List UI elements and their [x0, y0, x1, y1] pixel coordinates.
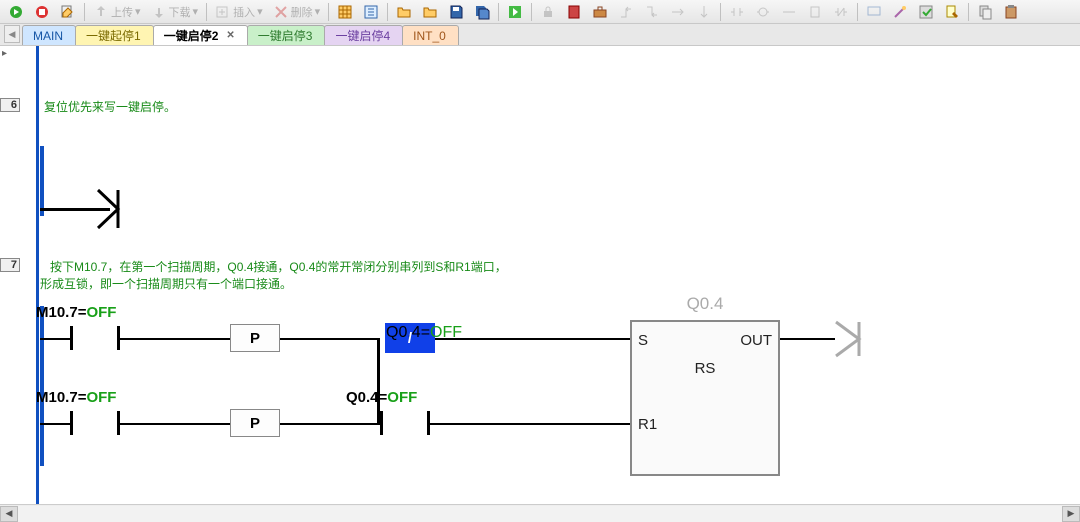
contact-icon[interactable]: [725, 2, 749, 22]
rung-6-comment: 复位优先来写一键启停。: [44, 98, 176, 115]
fb-port-out: OUT: [740, 332, 772, 349]
book-icon[interactable]: [562, 2, 586, 22]
positive-edge-box-1[interactable]: P: [230, 324, 280, 352]
coil-icon[interactable]: [751, 2, 775, 22]
close-icon[interactable]: ✕: [226, 30, 234, 41]
rung-terminator-icon: [96, 188, 124, 230]
branch-down-icon[interactable]: [640, 2, 664, 22]
contact-nc-selected[interactable]: / Q0.4=OFF: [385, 323, 435, 353]
edit-icon[interactable]: [56, 2, 80, 22]
tab-program-2-active[interactable]: 一键启停2✕: [153, 25, 248, 45]
tab-int0[interactable]: INT_0: [402, 25, 459, 45]
wire-right-icon[interactable]: [666, 2, 690, 22]
folder-new-icon[interactable]: [418, 2, 442, 22]
vars-icon[interactable]: [359, 2, 383, 22]
fb-output-label: Q0.4: [632, 294, 778, 314]
tab-program-1[interactable]: 一键起停1: [75, 25, 154, 45]
toolbox-icon[interactable]: [588, 2, 612, 22]
rung-6[interactable]: 复位优先来写一键启停。: [40, 98, 1074, 248]
settings-icon[interactable]: [914, 2, 938, 22]
toolbar: 上传 ▾ 下载 ▾ 插入 ▾ 删除 ▾: [0, 0, 1080, 24]
saveall-icon[interactable]: [470, 2, 494, 22]
line-icon[interactable]: [777, 2, 801, 22]
tab-program-4[interactable]: 一键启停4: [324, 25, 403, 45]
positive-edge-box-2[interactable]: P: [230, 409, 280, 437]
stop-icon[interactable]: [30, 2, 54, 22]
not-icon[interactable]: [829, 2, 853, 22]
comment-icon[interactable]: [862, 2, 886, 22]
delete-button[interactable]: 删除 ▾: [269, 2, 325, 22]
branch-up-icon[interactable]: [614, 2, 638, 22]
rung-number-6[interactable]: 6: [0, 98, 20, 112]
note-edit-icon[interactable]: [940, 2, 964, 22]
table-icon[interactable]: [333, 2, 357, 22]
horizontal-scrollbar[interactable]: ◀ ▶: [0, 504, 1080, 522]
folder-open-icon[interactable]: [392, 2, 416, 22]
tab-program-3[interactable]: 一键启停3: [247, 25, 326, 45]
wire-down-icon[interactable]: [692, 2, 716, 22]
paste-icon[interactable]: [999, 2, 1023, 22]
scroll-track[interactable]: [18, 506, 1062, 522]
play-icon[interactable]: [4, 2, 28, 22]
copy-icon[interactable]: [973, 2, 997, 22]
fb-name: RS: [632, 360, 778, 377]
expand-handle[interactable]: ▸: [2, 48, 7, 59]
rs-function-block[interactable]: Q0.4 S OUT RS R1: [630, 320, 780, 476]
rung-7-comment: 按下M10.7，在第一个扫描周期，Q0.4接通，Q0.4的常开常闭分别串列到S和…: [40, 258, 507, 292]
save-icon[interactable]: [444, 2, 468, 22]
fb-port-s: S: [638, 332, 648, 349]
tab-main[interactable]: MAIN: [22, 25, 76, 45]
insert-button[interactable]: 插入 ▾: [211, 2, 267, 22]
rung-7[interactable]: 按下M10.7，在第一个扫描周期，Q0.4接通，Q0.4的常开常闭分别串列到S和…: [40, 258, 1074, 498]
fb-port-r1: R1: [638, 416, 657, 433]
magic-icon[interactable]: [888, 2, 912, 22]
go-icon[interactable]: [503, 2, 527, 22]
scroll-right-button[interactable]: ▶: [1062, 506, 1080, 522]
lock-icon[interactable]: [536, 2, 560, 22]
rung-number-7[interactable]: 7: [0, 258, 20, 272]
ladder-editor[interactable]: ▸ 6 7 复位优先来写一键启停。 按下M10.7，在第一个扫描周期，Q0.4接…: [0, 46, 1080, 504]
download-button[interactable]: 下载 ▾: [147, 2, 203, 22]
scroll-left-button[interactable]: ◀: [0, 506, 18, 522]
tab-scroll-left[interactable]: ◀: [4, 25, 20, 43]
fb-icon[interactable]: [803, 2, 827, 22]
output-coil[interactable]: [833, 320, 865, 358]
left-power-rail: [36, 46, 39, 504]
upload-button[interactable]: 上传 ▾: [89, 2, 145, 22]
tab-bar: ◀ MAIN 一键起停1 一键启停2✕ 一键启停3 一键启停4 INT_0: [0, 24, 1080, 46]
